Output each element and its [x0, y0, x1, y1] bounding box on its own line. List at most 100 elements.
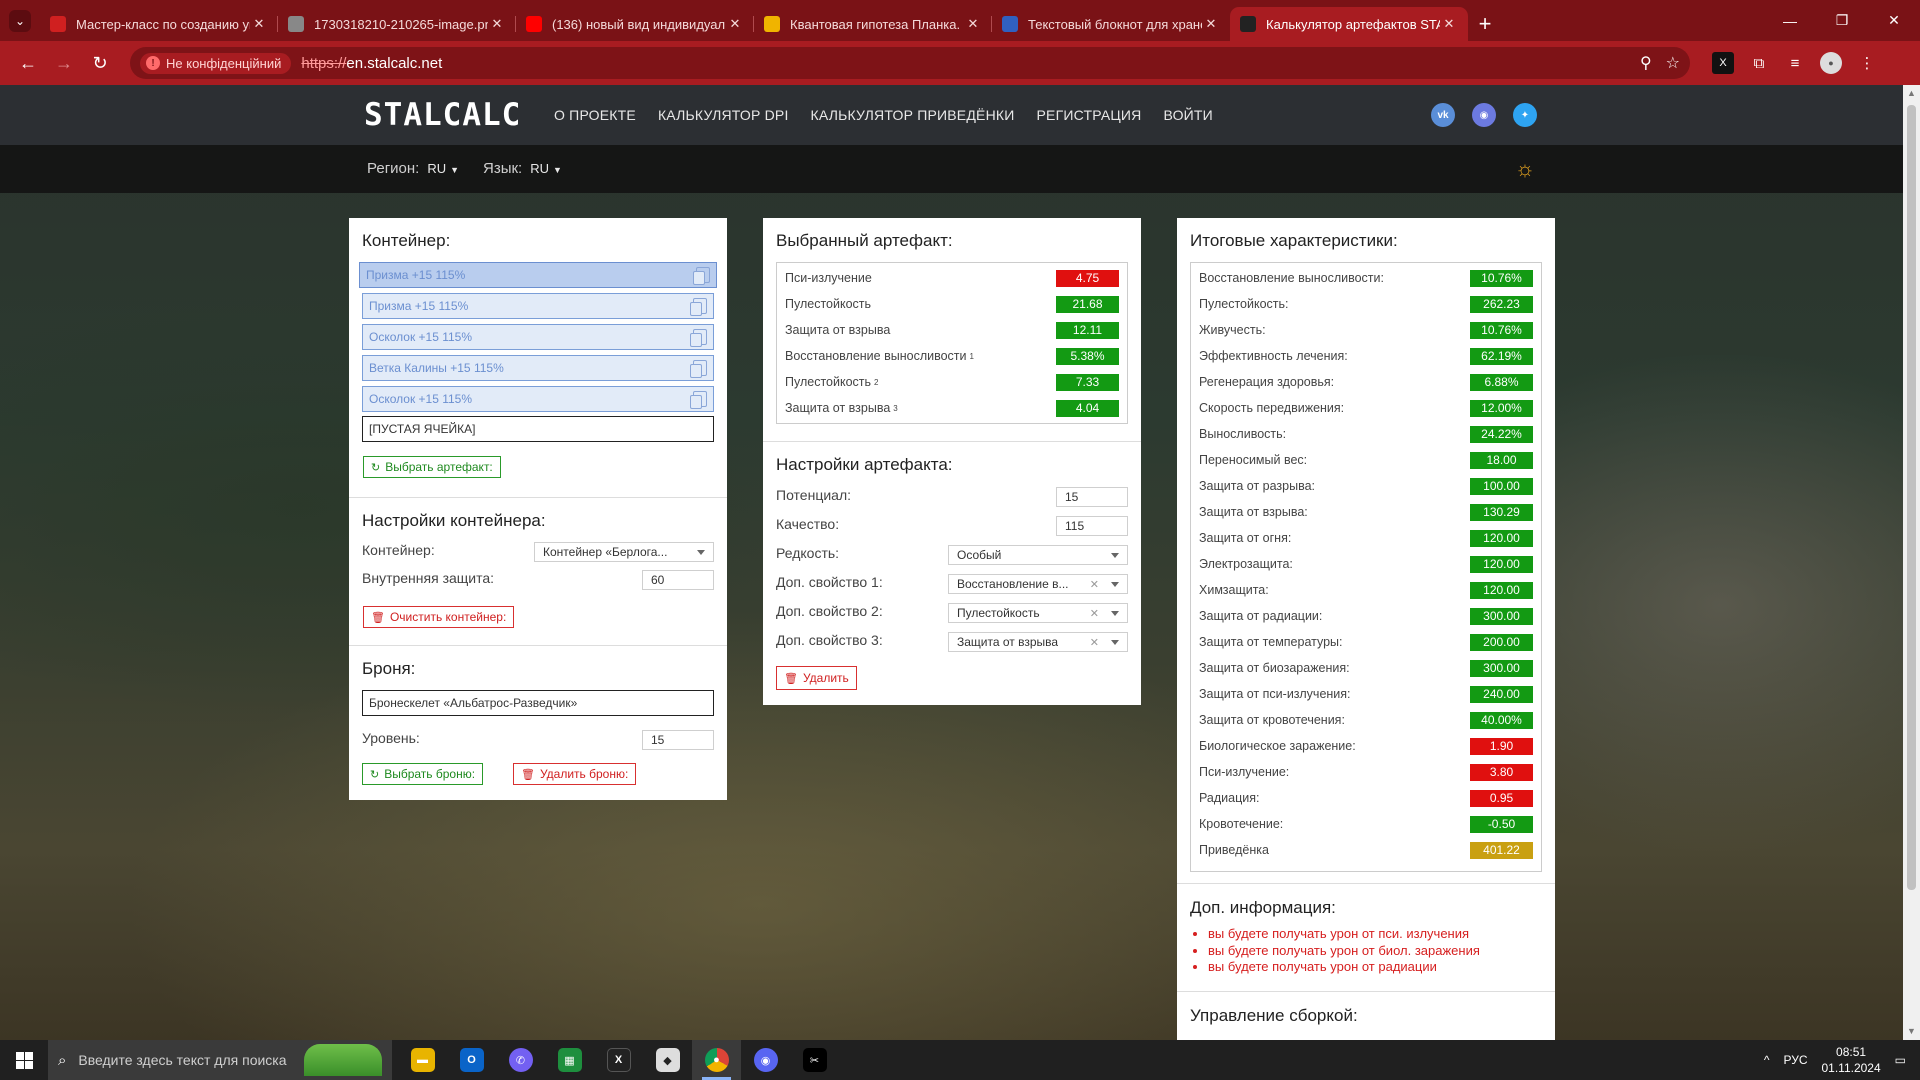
site-logo[interactable]: STALCALC	[364, 97, 521, 133]
nav-link[interactable]: КАЛЬКУЛЯТОР ПРИВЕДЁНКИ	[811, 107, 1015, 123]
choose-artifact-button[interactable]: ↻ Выбрать артефакт:	[363, 456, 501, 478]
close-tab-icon[interactable]: ✕	[250, 16, 268, 32]
quality-input[interactable]: 115	[1056, 516, 1128, 536]
potential-input[interactable]: 15	[1056, 487, 1128, 507]
rarity-select[interactable]: Особый	[948, 545, 1128, 565]
new-tab-button[interactable]: +	[1468, 7, 1502, 41]
extension-icon[interactable]: X	[1712, 52, 1734, 74]
container-type-select[interactable]: Контейнер «Берлога...	[534, 542, 714, 562]
vk-icon[interactable]: vk	[1431, 103, 1455, 127]
back-button[interactable]: ←	[10, 47, 46, 79]
choose-armor-button[interactable]: ↻ Выбрать броню:	[362, 763, 484, 785]
reload-button[interactable]: ↻	[82, 47, 118, 79]
restore-icon[interactable]: ❐	[1816, 0, 1868, 41]
scroll-thumb[interactable]	[1907, 105, 1916, 890]
container-slot[interactable]: Осколок +15 115%	[362, 324, 714, 350]
viber-icon[interactable]: ✆	[496, 1040, 545, 1080]
browser-tab[interactable]: Квантовая гипотеза Планка. В ✕	[754, 7, 992, 41]
browser-tab[interactable]: (136) новый вид индивидуаль ✕	[516, 7, 754, 41]
container-slot-label: Осколок +15 115%	[369, 330, 473, 344]
nav-link[interactable]: РЕГИСТРАЦИЯ	[1037, 107, 1142, 123]
media-queue-icon[interactable]: ≡	[1784, 52, 1806, 74]
close-tab-icon[interactable]: ✕	[726, 16, 744, 32]
copy-icon[interactable]	[693, 267, 710, 285]
nav-link[interactable]: ВОЙТИ	[1164, 107, 1213, 123]
minimize-icon[interactable]: —	[1764, 0, 1816, 41]
puzzle-icon[interactable]: ⧉	[1748, 52, 1770, 74]
outlook-icon[interactable]: O	[447, 1040, 496, 1080]
chevron-up-icon[interactable]: ^	[1764, 1053, 1770, 1067]
clear-container-button[interactable]: 🗑 Очистить контейнер:	[363, 606, 515, 628]
zoom-icon[interactable]: ⚲	[1640, 53, 1652, 73]
notifications-icon[interactable]: ▭	[1895, 1053, 1906, 1067]
discord-icon[interactable]: ◉	[1472, 103, 1496, 127]
artifact-card: Выбранный артефакт: Пси-излучение 4.75 Пул…	[763, 218, 1141, 705]
nav-link[interactable]: КАЛЬКУЛЯТОР DPI	[658, 107, 789, 123]
capcut-icon[interactable]: ✂	[790, 1040, 839, 1080]
language-selector[interactable]: Язык: RU ▼	[483, 160, 562, 177]
discord-taskbar-icon[interactable]: ◉	[741, 1040, 790, 1080]
close-tab-icon[interactable]: ✕	[488, 16, 506, 32]
profile-avatar[interactable]: ●	[1820, 52, 1842, 74]
sun-icon[interactable]: ☼	[1514, 158, 1536, 180]
scroll-down-icon[interactable]: ▼	[1903, 1023, 1920, 1040]
clock[interactable]: 08:51 01.11.2024	[1821, 1044, 1880, 1076]
copy-icon[interactable]	[690, 360, 707, 378]
stat-name: Защита от температуры:	[1199, 635, 1343, 649]
taskbar-search[interactable]: ⌕ Введите здесь текст для поиска	[48, 1040, 392, 1080]
windows-start-icon[interactable]	[0, 1040, 48, 1080]
empty-slot[interactable]: [ПУСТАЯ ЯЧЕЙКА]	[362, 416, 714, 442]
forward-button[interactable]: →	[46, 47, 82, 79]
close-tab-icon[interactable]: ✕	[1202, 16, 1220, 32]
copy-icon[interactable]	[690, 298, 707, 316]
stat-name: Пси-излучение:	[1199, 765, 1290, 779]
armor-slot[interactable]: Бронескелет «Альбатрос-Разведчик»	[362, 690, 714, 716]
internal-protection-input[interactable]: 60	[642, 570, 714, 590]
app-x-icon[interactable]: X	[594, 1040, 643, 1080]
region-selector[interactable]: Регион: RU ▼	[367, 160, 459, 177]
sheets-icon[interactable]: ▦	[545, 1040, 594, 1080]
close-tab-icon[interactable]: ✕	[1440, 16, 1458, 32]
browser-tab[interactable]: 1730318210-210265-image.png ✕	[278, 7, 516, 41]
kebab-menu-icon[interactable]: ⋮	[1856, 52, 1878, 74]
security-chip[interactable]: ! Не конфіденційний	[140, 52, 292, 74]
twitter-icon[interactable]: ✦	[1513, 103, 1537, 127]
roblox-icon[interactable]: ◆	[643, 1040, 692, 1080]
container-slot[interactable]: Призма +15 115%	[359, 262, 717, 288]
scroll-up-icon[interactable]: ▲	[1903, 85, 1920, 102]
stat-row: Восстановление выносливости 1 5.38%	[785, 345, 1119, 367]
delete-armor-button[interactable]: 🗑 Удалить броню:	[513, 763, 637, 785]
nav-link[interactable]: О ПРОЕКТЕ	[554, 107, 636, 123]
clear-icon[interactable]: ✕	[1090, 636, 1099, 649]
stat-name: Электрозащита:	[1199, 557, 1293, 571]
close-tab-icon[interactable]: ✕	[964, 16, 982, 32]
copy-icon[interactable]	[690, 329, 707, 347]
prop3-select[interactable]: Защита от взрыва ✕	[948, 632, 1128, 652]
windows-taskbar: ⌕ Введите здесь текст для поиска ▬ O ✆ ▦…	[0, 1040, 1920, 1080]
chrome-icon[interactable]: ●	[692, 1040, 741, 1080]
tab-search-button[interactable]: ⌄	[0, 0, 40, 41]
bookmark-star-icon[interactable]: ☆	[1666, 53, 1680, 73]
chevron-down-icon: ⌄	[9, 9, 31, 32]
delete-artifact-button[interactable]: 🗑 Удалить	[776, 666, 857, 690]
browser-tab[interactable]: Мастер-класс по созданию ун ✕	[40, 7, 278, 41]
prop1-select[interactable]: Восстановление в... ✕	[948, 574, 1128, 594]
prop2-select[interactable]: Пулестойкость ✕	[948, 603, 1128, 623]
browser-tab[interactable]: Калькулятор артефактов STALC✕	[1230, 7, 1468, 41]
clear-icon[interactable]: ✕	[1090, 578, 1099, 591]
container-slot[interactable]: Призма +15 115%	[362, 293, 714, 319]
container-slot[interactable]: Ветка Калины +15 115%	[362, 355, 714, 381]
stat-name: Пси-излучение	[785, 271, 872, 285]
clear-icon[interactable]: ✕	[1090, 607, 1099, 620]
armor-level-input[interactable]: 15	[642, 730, 714, 750]
stat-row: Восстановление выносливости: 10.76%	[1199, 267, 1533, 289]
close-window-icon[interactable]: ✕	[1868, 0, 1920, 41]
extension-icons: X ⧉ ≡ ● ⋮	[1712, 52, 1878, 74]
copy-icon[interactable]	[690, 391, 707, 409]
address-bar[interactable]: ! Не конфіденційний https:// en.stalcalc…	[130, 47, 1690, 79]
container-slot[interactable]: Осколок +15 115%	[362, 386, 714, 412]
browser-tab[interactable]: Текстовый блокнот для хране ✕	[992, 7, 1230, 41]
page-scrollbar[interactable]: ▲ ▼	[1903, 85, 1920, 1040]
file-explorer-icon[interactable]: ▬	[398, 1040, 447, 1080]
input-language[interactable]: РУС	[1783, 1053, 1807, 1067]
